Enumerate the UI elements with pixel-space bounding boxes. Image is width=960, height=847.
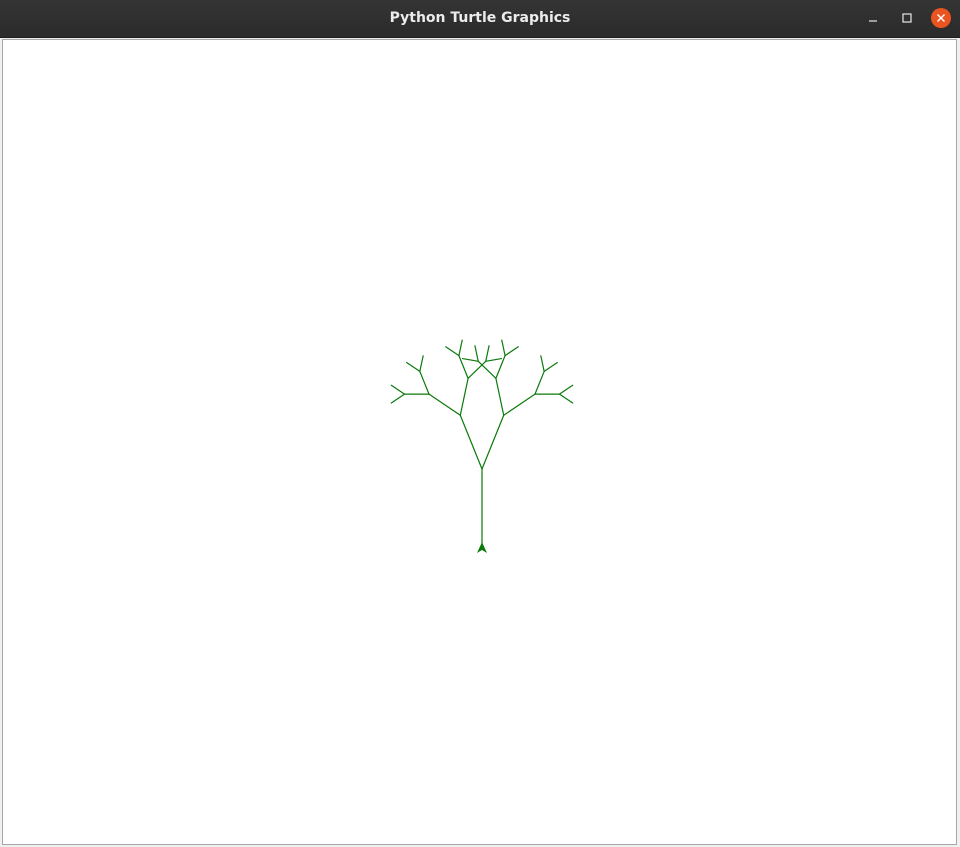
tree-branch <box>428 393 461 416</box>
close-icon <box>937 14 945 22</box>
title-bar[interactable]: Python Turtle Graphics <box>0 0 960 38</box>
tree-branch <box>485 357 503 362</box>
tree-branch <box>501 339 506 357</box>
tree-branch <box>458 339 463 357</box>
tree-branch <box>419 370 430 395</box>
tree-branch <box>445 346 460 357</box>
turtle-cursor-icon <box>477 542 487 553</box>
tree-branch <box>461 357 479 362</box>
turtle-window: Python Turtle Graphics <box>0 0 960 847</box>
fractal-tree <box>390 339 574 549</box>
tree-branch <box>390 393 406 404</box>
tree-branch <box>390 384 406 395</box>
maximize-icon <box>902 13 912 23</box>
tree-branch <box>503 393 536 416</box>
tree-branch <box>459 377 469 416</box>
tree-branch <box>495 377 505 416</box>
tree-branch <box>419 355 424 373</box>
tree-branch <box>406 361 421 373</box>
tree-branch <box>477 360 497 379</box>
tree-branch <box>467 360 487 379</box>
tree-branch <box>534 370 545 395</box>
maximize-button[interactable] <box>897 8 917 28</box>
tree-branch <box>474 345 479 362</box>
tree-branch <box>558 384 574 395</box>
minimize-button[interactable] <box>863 8 883 28</box>
tree-branch <box>540 355 545 373</box>
close-button[interactable] <box>931 8 951 28</box>
tree-branch <box>481 414 505 470</box>
tree-branch <box>543 361 558 373</box>
tree-branch <box>504 346 519 357</box>
window-title: Python Turtle Graphics <box>389 10 571 26</box>
tree-branch <box>485 345 490 362</box>
minimize-icon <box>869 20 877 22</box>
tree-branch <box>558 393 574 404</box>
turtle-canvas[interactable] <box>2 39 957 845</box>
tree-branch <box>459 414 483 470</box>
drawing-surface <box>390 339 574 553</box>
